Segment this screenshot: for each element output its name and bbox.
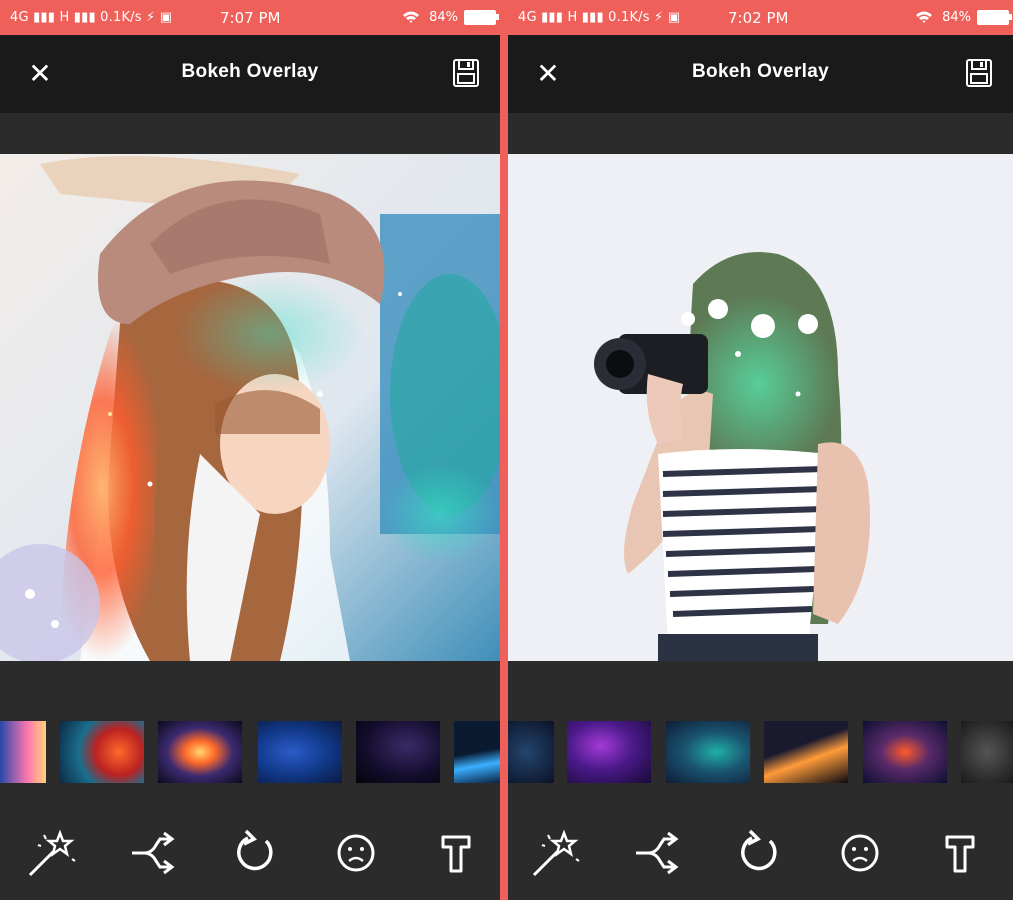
app-toolbar: ✕ Bokeh Overlay — [0, 35, 500, 113]
page-title: Bokeh Overlay — [181, 61, 319, 82]
clock: 7:02 PM — [728, 9, 789, 27]
overlay-thumbnail[interactable] — [961, 721, 1013, 783]
magic-wand-icon[interactable] — [24, 825, 80, 881]
overlay-thumbnail[interactable] — [508, 721, 554, 783]
edited-photo — [0, 154, 500, 661]
status-bar: 4G ▮▮▮ H ▮▮▮ 0.1K/s ⚡ ▣ 7:02 PM 84% — [508, 0, 1013, 35]
thumbnail-strip[interactable] — [508, 721, 1013, 783]
shuffle-icon[interactable] — [126, 825, 182, 881]
clock: 7:07 PM — [220, 9, 281, 27]
overlay-thumbnail[interactable] — [863, 721, 947, 783]
left-screen: 4G ▮▮▮ H ▮▮▮ 0.1K/s ⚡ ▣ 7:07 PM 84% ✕ Bo… — [0, 0, 500, 900]
top-spacer — [0, 113, 500, 154]
sad-face-icon[interactable] — [832, 825, 888, 881]
battery-icon — [977, 10, 1012, 25]
overlay-thumbnail[interactable] — [0, 721, 46, 783]
battery-percent: 84% — [429, 10, 458, 25]
overlay-thumbnail[interactable] — [567, 721, 651, 783]
rotate-icon[interactable] — [226, 825, 282, 881]
save-icon[interactable] — [963, 57, 995, 89]
battery-percent: 84% — [942, 10, 971, 25]
sad-face-icon[interactable] — [328, 825, 384, 881]
text-icon[interactable] — [428, 825, 484, 881]
right-screen: 4G ▮▮▮ H ▮▮▮ 0.1K/s ⚡ ▣ 7:02 PM 84% ✕ Bo… — [508, 0, 1013, 900]
network-status: 4G ▮▮▮ H ▮▮▮ 0.1K/s ⚡ ▣ — [518, 10, 681, 25]
wifi-icon — [402, 10, 420, 28]
app-toolbar: ✕ Bokeh Overlay — [508, 35, 1013, 113]
overlay-thumbnail[interactable] — [356, 721, 440, 783]
text-icon[interactable] — [932, 825, 988, 881]
magic-wand-icon[interactable] — [528, 825, 584, 881]
save-icon[interactable] — [450, 57, 482, 89]
page-title: Bokeh Overlay — [692, 61, 829, 82]
wifi-icon — [915, 10, 933, 28]
network-status: 4G ▮▮▮ H ▮▮▮ 0.1K/s ⚡ ▣ — [10, 10, 173, 25]
status-bar: 4G ▮▮▮ H ▮▮▮ 0.1K/s ⚡ ▣ 7:07 PM 84% — [0, 0, 500, 35]
overlay-thumbnail[interactable] — [666, 721, 750, 783]
overlay-picker — [508, 661, 1013, 811]
overlay-thumbnail[interactable] — [158, 721, 242, 783]
thumbnail-strip[interactable] — [0, 721, 500, 783]
overlay-thumbnail[interactable] — [764, 721, 848, 783]
shuffle-icon[interactable] — [630, 825, 686, 881]
edited-photo — [508, 154, 1013, 661]
overlay-thumbnail[interactable] — [258, 721, 342, 783]
overlay-thumbnail[interactable] — [454, 721, 500, 783]
battery-icon — [464, 10, 499, 25]
overlay-thumbnail[interactable] — [60, 721, 144, 783]
tool-bar — [508, 811, 1013, 900]
top-spacer — [508, 113, 1013, 154]
tool-bar — [0, 811, 500, 900]
rotate-icon[interactable] — [730, 825, 786, 881]
overlay-picker — [0, 661, 500, 811]
